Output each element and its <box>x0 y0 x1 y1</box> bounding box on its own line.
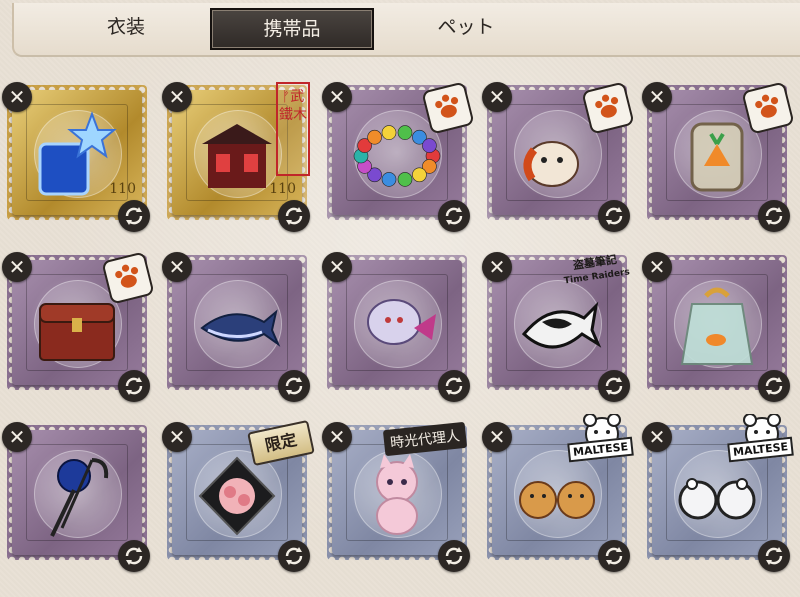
item-slot[interactable]: ✕ 限定 <box>160 419 315 572</box>
refresh-icon <box>605 377 623 395</box>
item-slot[interactable]: 110 ✕ ᚠ武鐵木 <box>160 82 310 232</box>
red-seal-badge: ᚠ武鐵木 <box>276 82 310 176</box>
blue-rose-umbrella-icon <box>50 458 109 537</box>
swap-button[interactable] <box>598 370 630 402</box>
item-slot[interactable]: ✕ <box>640 252 790 402</box>
fish-in-bag-icon <box>680 287 754 365</box>
accessory-grid: 110 ✕ 110 ✕ ᚠ武鐵木 ✕ ✕ ✕ ✕ ✕ ✕ ✕ 盗墓筆記 Time Raiders ✕ ✕ ✕ 限定… <box>0 80 800 597</box>
maltese-badge: MALTESE <box>726 413 798 466</box>
refresh-icon <box>125 207 143 225</box>
category-tab-bar: 衣装 携帯品 ペット <box>12 3 800 57</box>
paw-icon <box>755 94 779 118</box>
maltese-badge: MALTESE <box>566 413 638 466</box>
swap-button[interactable] <box>278 540 310 572</box>
swap-button[interactable] <box>758 370 790 402</box>
red-shrine-house-icon <box>202 124 272 188</box>
item-slot[interactable]: ✕ <box>320 81 475 232</box>
item-slot[interactable]: ✕ <box>0 251 155 402</box>
refresh-icon <box>765 377 783 395</box>
swap-button[interactable] <box>598 540 630 572</box>
remove-button[interactable]: ✕ <box>482 82 512 112</box>
item-slot[interactable]: ✕ MALTESE <box>640 413 794 572</box>
remove-button[interactable]: ✕ <box>322 252 352 282</box>
refresh-icon <box>125 547 143 565</box>
black-white-koi-icon <box>521 301 602 349</box>
item-slot[interactable]: ✕ <box>320 252 470 402</box>
limited-badge: 限定 <box>247 419 315 467</box>
swap-button[interactable] <box>438 370 470 402</box>
paw-badge-icon <box>581 81 635 135</box>
swap-button[interactable] <box>118 200 150 232</box>
refresh-icon <box>765 207 783 225</box>
remove-button[interactable]: ✕ <box>162 82 192 112</box>
remove-button[interactable]: ✕ <box>162 252 192 282</box>
remove-button[interactable]: ✕ <box>642 422 672 452</box>
refresh-icon <box>125 377 143 395</box>
swap-button[interactable] <box>758 200 790 232</box>
refresh-icon <box>285 377 303 395</box>
pink-cat-plush-icon <box>376 454 418 535</box>
swap-button[interactable] <box>278 200 310 232</box>
paw-icon <box>115 264 139 288</box>
swap-button[interactable] <box>118 540 150 572</box>
paw-badge-icon <box>421 81 475 135</box>
paw-icon <box>435 94 459 118</box>
swap-button[interactable] <box>598 200 630 232</box>
item-slot[interactable]: ✕ <box>160 252 310 402</box>
remove-button[interactable]: ✕ <box>162 422 192 452</box>
swap-button[interactable] <box>278 370 310 402</box>
remove-button[interactable]: ✕ <box>322 82 352 112</box>
refresh-icon <box>285 547 303 565</box>
item-slot[interactable]: ✕ 盗墓筆記 Time Raiders <box>480 252 630 402</box>
paw-icon <box>595 94 619 118</box>
refresh-icon <box>605 207 623 225</box>
paw-badge-icon <box>101 251 155 305</box>
remove-button[interactable]: ✕ <box>482 422 512 452</box>
swap-button[interactable] <box>118 370 150 402</box>
item-slot[interactable]: ✕ 時光代理人 <box>320 421 470 572</box>
blue-whale-icon <box>200 309 281 347</box>
tab-costume[interactable]: 衣装 <box>76 8 176 46</box>
refresh-icon <box>445 547 463 565</box>
pink-ghost-fish-icon <box>367 299 436 345</box>
tab-pet[interactable]: ペット <box>406 8 526 46</box>
swap-button[interactable] <box>438 200 470 232</box>
remove-button[interactable]: ✕ <box>642 252 672 282</box>
remove-button[interactable]: ✕ <box>2 422 32 452</box>
remove-button[interactable]: ✕ <box>2 82 32 112</box>
remove-button[interactable]: ✕ <box>482 252 512 282</box>
item-slot[interactable]: ✕ MALTESE <box>480 413 634 572</box>
item-slot[interactable]: 110 ✕ <box>0 82 150 232</box>
remove-button[interactable]: ✕ <box>322 422 352 452</box>
tab-accessory[interactable]: 携帯品 <box>210 8 374 50</box>
refresh-icon <box>765 547 783 565</box>
swap-button[interactable] <box>438 540 470 572</box>
remove-button[interactable]: ✕ <box>642 82 672 112</box>
item-slot[interactable]: ✕ <box>0 422 150 572</box>
blue-crystal-star-icon <box>38 111 117 196</box>
refresh-icon <box>605 547 623 565</box>
swap-button[interactable] <box>758 540 790 572</box>
remove-button[interactable]: ✕ <box>2 252 32 282</box>
refresh-icon <box>445 207 463 225</box>
item-slot[interactable]: ✕ <box>480 81 635 232</box>
item-slot[interactable]: ✕ <box>640 81 795 232</box>
paw-badge-icon <box>741 81 795 135</box>
time-raiders-badge: 盗墓筆記 Time Raiders <box>556 251 635 289</box>
refresh-icon <box>285 207 303 225</box>
refresh-icon <box>445 377 463 395</box>
